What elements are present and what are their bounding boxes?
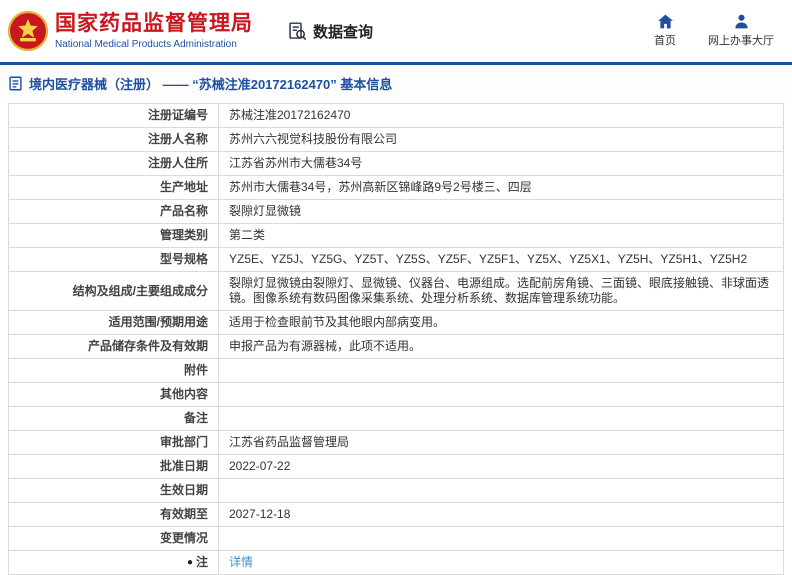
row-value: 详情 <box>218 550 784 575</box>
row-value <box>218 358 784 383</box>
row-value: 2027-12-18 <box>218 502 784 527</box>
table-row: 生产地址 苏州市大儒巷34号，苏州高新区锦峰路9号2号楼三、四层 <box>8 175 784 200</box>
table-row: 管理类别 第二类 <box>8 223 784 248</box>
nav-home[interactable]: 首页 <box>654 14 676 48</box>
nav-home-label: 首页 <box>654 35 676 47</box>
row-label: 其他内容 <box>8 382 219 407</box>
row-label: 生效日期 <box>8 478 219 503</box>
row-value: 江苏省药品监督管理局 <box>218 430 784 455</box>
row-label: 注册人名称 <box>8 127 219 152</box>
document-icon <box>8 76 23 91</box>
user-icon <box>733 14 750 29</box>
row-value: 苏械注准20172162470 <box>218 103 784 128</box>
header: 国家药品监督管理局 National Medical Products Admi… <box>0 0 792 62</box>
breadcrumb: 境内医疗器械（注册） —— “苏械注准20172162470” 基本信息 <box>0 65 792 101</box>
row-value: 第二类 <box>218 223 784 248</box>
row-value: 申报产品为有源器械，此项不适用。 <box>218 334 784 359</box>
table-row: 注册人住所 江苏省苏州市大儒巷34号 <box>8 151 784 176</box>
table-row: ● 注详情 <box>8 550 784 575</box>
national-emblem-logo <box>8 11 48 51</box>
table-row: 审批部门 江苏省药品监督管理局 <box>8 430 784 455</box>
row-label: 产品名称 <box>8 199 219 224</box>
table-row: 型号规格 YZ5E、YZ5J、YZ5G、YZ5T、YZ5S、YZ5F、YZ5F1、… <box>8 247 784 272</box>
row-label: 适用范围/预期用途 <box>8 310 219 335</box>
table-row: 批准日期 2022-07-22 <box>8 454 784 479</box>
nav-service-hall[interactable]: 网上办事大厅 <box>708 14 774 48</box>
top-nav: 首页 网上办事大厅 <box>654 14 778 48</box>
data-query-label: 数据查询 <box>313 23 374 41</box>
info-table-wrap: 注册证编号 苏械注准20172162470 注册人名称 苏州六六视觉科技股份有限公司注… <box>0 101 792 575</box>
row-label: 产品储存条件及有效期 <box>8 334 219 359</box>
nav-hall-label: 网上办事大厅 <box>708 35 774 47</box>
info-table: 注册证编号 苏械注准20172162470 注册人名称 苏州六六视觉科技股份有限公司注… <box>8 103 784 575</box>
row-value <box>218 382 784 407</box>
row-value: 裂隙灯显微镜由裂隙灯、显微镜、仪器台、电源组成。选配前房角镜、三面镜、眼底接触镜… <box>218 271 784 311</box>
row-label: 注册证编号 <box>8 103 219 128</box>
row-label: ● 注 <box>8 550 219 575</box>
table-row: 注册证编号 苏械注准20172162470 <box>8 103 784 128</box>
table-row: 有效期至 2027-12-18 <box>8 502 784 527</box>
table-row: 结构及组成/主要组成成分 裂隙灯显微镜由裂隙灯、显微镜、仪器台、电源组成。选配前房… <box>8 271 784 311</box>
table-row: 变更情况 <box>8 526 784 551</box>
table-row: 其他内容 <box>8 382 784 407</box>
table-row: 注册人名称 苏州六六视觉科技股份有限公司 <box>8 127 784 152</box>
data-query-button[interactable]: 数据查询 <box>287 21 373 42</box>
row-label: 有效期至 <box>8 502 219 527</box>
row-label: 变更情况 <box>8 526 219 551</box>
breadcrumb-text: 境内医疗器械（注册） —— “苏械注准20172162470” 基本信息 <box>29 77 393 92</box>
row-value: 2022-07-22 <box>218 454 784 479</box>
row-label: 审批部门 <box>8 430 219 455</box>
row-value: 适用于检查眼前节及其他眼内部病变用。 <box>218 310 784 335</box>
table-row: 备注 <box>8 406 784 431</box>
row-label: 生产地址 <box>8 175 219 200</box>
home-icon <box>657 14 674 29</box>
row-label: 结构及组成/主要组成成分 <box>8 271 219 311</box>
row-value: 苏州六六视觉科技股份有限公司 <box>218 127 784 152</box>
row-value <box>218 526 784 551</box>
row-value: 江苏省苏州市大儒巷34号 <box>218 151 784 176</box>
brand: 国家药品监督管理局 National Medical Products Admi… <box>8 11 253 51</box>
row-value: YZ5E、YZ5J、YZ5G、YZ5T、YZ5S、YZ5F、YZ5F1、YZ5X… <box>218 247 784 272</box>
row-label: 备注 <box>8 406 219 431</box>
table-row: 适用范围/预期用途 适用于检查眼前节及其他眼内部病变用。 <box>8 310 784 335</box>
table-row: 产品储存条件及有效期 申报产品为有源器械，此项不适用。 <box>8 334 784 359</box>
row-value <box>218 478 784 503</box>
detail-link[interactable]: 详情 <box>229 555 253 569</box>
row-label: 注册人住所 <box>8 151 219 176</box>
row-value: 裂隙灯显微镜 <box>218 199 784 224</box>
brand-text: 国家药品监督管理局 National Medical Products Admi… <box>55 12 253 49</box>
site-title: 国家药品监督管理局 <box>55 12 253 36</box>
note-bullet-icon: ● <box>186 557 193 568</box>
site-subtitle: National Medical Products Administration <box>55 38 237 50</box>
data-query-icon <box>287 21 308 42</box>
row-label: 附件 <box>8 358 219 383</box>
row-label: 批准日期 <box>8 454 219 479</box>
row-value: 苏州市大儒巷34号，苏州高新区锦峰路9号2号楼三、四层 <box>218 175 784 200</box>
table-row: 生效日期 <box>8 478 784 503</box>
row-value <box>218 406 784 431</box>
table-row: 附件 <box>8 358 784 383</box>
row-label: 管理类别 <box>8 223 219 248</box>
table-row: 产品名称 裂隙灯显微镜 <box>8 199 784 224</box>
row-label: 型号规格 <box>8 247 219 272</box>
